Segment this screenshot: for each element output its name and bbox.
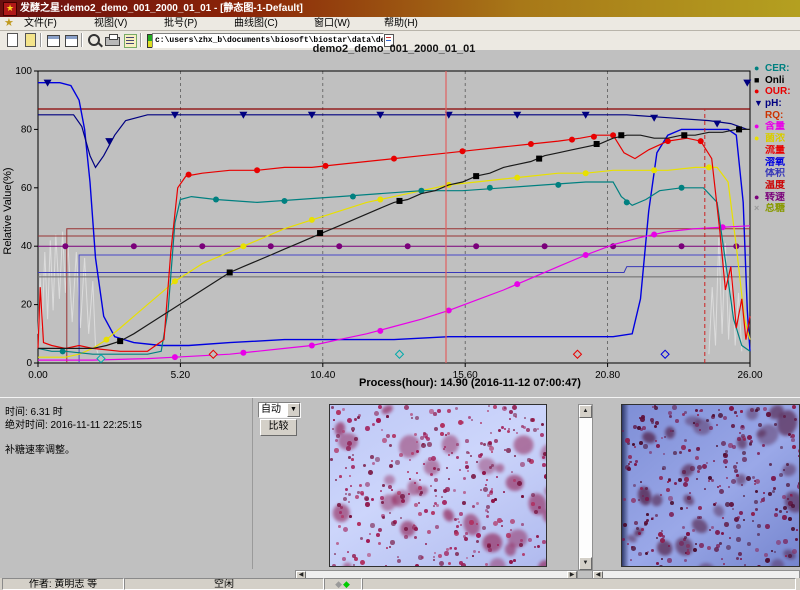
legend-item-3[interactable]: ▼pH: <box>754 98 800 110</box>
status-author: 作者: 黄明志 等 <box>2 578 124 590</box>
new-document-icon[interactable] <box>4 32 20 48</box>
image-vertical-scrollbar[interactable]: ▲ ▼ <box>578 404 593 571</box>
display-mode-select[interactable]: 自动 ▼ <box>258 402 301 418</box>
chevron-down-icon[interactable]: ▼ <box>287 403 300 417</box>
legend-label: CER: <box>765 63 789 74</box>
legend-label: 流量 <box>765 145 785 156</box>
legend-label: OUR: <box>765 86 791 97</box>
x-axis-label: Process(hour): 14.90 (2016-11-12 07:00:4… <box>114 377 800 389</box>
legend-label: 菌浓 <box>765 133 785 144</box>
open-document-icon[interactable] <box>22 32 38 48</box>
image-controls: 自动 ▼ 比较 <box>252 398 301 569</box>
svg-text:20: 20 <box>21 300 33 311</box>
legend-item-10[interactable]: 温度 <box>754 180 800 192</box>
legend-marker-icon: ● <box>754 86 765 98</box>
bottom-panel: 时间: 6.31 时 绝对时间: 2016-11-11 22:25:15 补糖速… <box>0 397 800 579</box>
menu-item-1[interactable]: 视图(V) <box>88 17 133 30</box>
app-window: ★ 发酵之星:demo2_demo_001_2000_01_01 - [静态图-… <box>0 0 800 590</box>
legend-label: 体积 <box>765 168 785 179</box>
menu-item-2[interactable]: 批号(P) <box>158 17 203 30</box>
status-indicators: ◆◆ <box>324 578 362 590</box>
legend-item-0[interactable]: ●CER: <box>754 63 800 75</box>
legend-marker-icon: ● <box>754 63 765 75</box>
legend-item-7[interactable]: 流量 <box>754 145 800 157</box>
status-spare <box>362 578 796 590</box>
legend-item-1[interactable]: ■Onli <box>754 75 800 87</box>
legend-item-12[interactable]: ×总糖 <box>754 203 800 215</box>
legend-marker-icon: ● <box>754 133 765 145</box>
idle-diamond-icon: ◆ <box>335 579 343 589</box>
legend-label: Onli <box>765 75 784 86</box>
legend-marker-icon: ▼ <box>754 98 765 110</box>
svg-text:0: 0 <box>26 358 32 369</box>
svg-text:100: 100 <box>15 66 32 77</box>
menu-item-0[interactable]: 文件(F) <box>18 17 63 30</box>
svg-text:0.00: 0.00 <box>28 370 48 381</box>
menu-item-5[interactable]: 帮助(H) <box>378 17 424 30</box>
legend-item-4[interactable]: RQ: <box>754 110 800 122</box>
legend-item-6[interactable]: ●菌浓 <box>754 133 800 145</box>
chart-legend: ●CER:■Onli●OUR:▼pH:RQ:●含量●菌浓流量溶氧体积温度●转速×… <box>754 63 800 215</box>
legend-label: 温度 <box>765 180 785 191</box>
scroll-up-icon[interactable]: ▲ <box>579 405 592 418</box>
active-diamond-icon: ◆ <box>343 579 351 589</box>
process-chart[interactable]: 0.005.2010.4015.6020.8026.00020406080100 <box>0 50 800 397</box>
compare-button[interactable]: 比较 <box>260 419 297 436</box>
display-mode-value: 自动 <box>261 404 281 415</box>
legend-label: pH: <box>765 98 782 109</box>
microscopy-image-1 <box>329 404 547 567</box>
legend-marker-icon: × <box>754 203 765 215</box>
legend-label: 溶氧 <box>765 157 785 168</box>
status-bar: 作者: 黄明志 等 空闲 ◆◆ <box>0 578 800 590</box>
menu-bar: ★ 文件(F) 视图(V) 批号(P) 曲线图(C) 窗口(W) 帮助(H) <box>0 17 800 31</box>
legend-item-8[interactable]: 溶氧 <box>754 157 800 169</box>
legend-item-2[interactable]: ●OUR: <box>754 86 800 98</box>
legend-label: 总糖 <box>765 203 785 214</box>
svg-text:40: 40 <box>21 241 33 252</box>
legend-item-11[interactable]: ●转速 <box>754 192 800 204</box>
legend-marker-icon: ■ <box>754 75 765 87</box>
app-icon: ★ <box>3 2 17 16</box>
sample-note: 补糖速率调整。 <box>5 441 75 456</box>
legend-item-9[interactable]: 体积 <box>754 168 800 180</box>
menu-item-3[interactable]: 曲线图(C) <box>228 17 284 30</box>
title-bar[interactable]: ★ 发酵之星:demo2_demo_001_2000_01_01 - [静态图-… <box>0 0 800 17</box>
status-state: 空闲 <box>124 578 324 590</box>
legend-item-5[interactable]: ●含量 <box>754 121 800 133</box>
legend-marker-icon: ● <box>754 121 765 133</box>
legend-marker-icon: ● <box>754 192 765 204</box>
favorite-star-icon[interactable]: ★ <box>4 17 14 30</box>
chart-area: demo2_demo_001_2000_01_01 Relative Value… <box>0 50 800 397</box>
legend-label: 转速 <box>765 192 785 203</box>
legend-label: RQ: <box>765 110 783 121</box>
svg-text:60: 60 <box>21 183 33 194</box>
svg-text:80: 80 <box>21 124 33 135</box>
legend-label: 含量 <box>765 121 785 132</box>
window-title: 发酵之星:demo2_demo_001_2000_01_01 - [静态图-1-… <box>20 0 303 17</box>
sample-abs-time: 绝对时间: 2016-11-11 22:25:15 <box>5 416 142 431</box>
menu-item-4[interactable]: 窗口(W) <box>308 17 356 30</box>
scroll-down-icon[interactable]: ▼ <box>579 557 592 570</box>
microscopy-image-2 <box>621 404 800 567</box>
